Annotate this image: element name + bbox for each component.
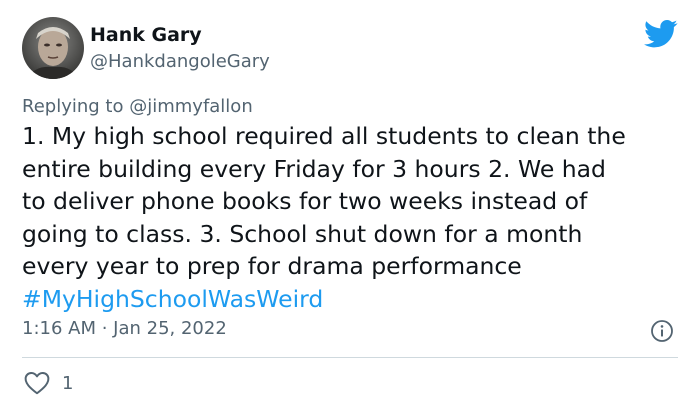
hashtag-link[interactable]: #MyHighSchoolWasWeird (22, 283, 684, 316)
tweet-card: Hank Gary @HankdangoleGary Replying to @… (0, 0, 700, 410)
info-icon[interactable] (650, 319, 674, 343)
tweet-text-line: 1. My high school required all students … (22, 122, 626, 150)
like-button[interactable]: 1 (24, 370, 73, 396)
like-count: 1 (62, 372, 74, 394)
display-name[interactable]: Hank Gary (90, 24, 202, 46)
tweet-text-line: entire building every Friday for 3 hours… (22, 154, 606, 183)
tweet-text: 1. My high school required all students … (22, 120, 684, 316)
avatar[interactable] (22, 17, 84, 79)
tweet-timestamp[interactable]: 1:16 AM · Jan 25, 2022 (22, 318, 227, 339)
user-handle[interactable]: @HankdangoleGary (90, 51, 270, 72)
reply-mention-link[interactable]: @jimmyfallon (129, 96, 253, 117)
reply-context: Replying to @jimmyfallon (22, 96, 253, 117)
reply-prefix: Replying to (22, 96, 124, 117)
tweet-text-line: every year to prep for drama performance (22, 252, 522, 281)
tweet-text-line: to deliver phone books for two weeks ins… (22, 187, 588, 216)
tweet-text-line: going to class. 3. School shut down for … (22, 219, 583, 248)
heart-icon (24, 372, 50, 395)
twitter-bird-icon[interactable] (644, 19, 678, 49)
divider (22, 357, 678, 358)
